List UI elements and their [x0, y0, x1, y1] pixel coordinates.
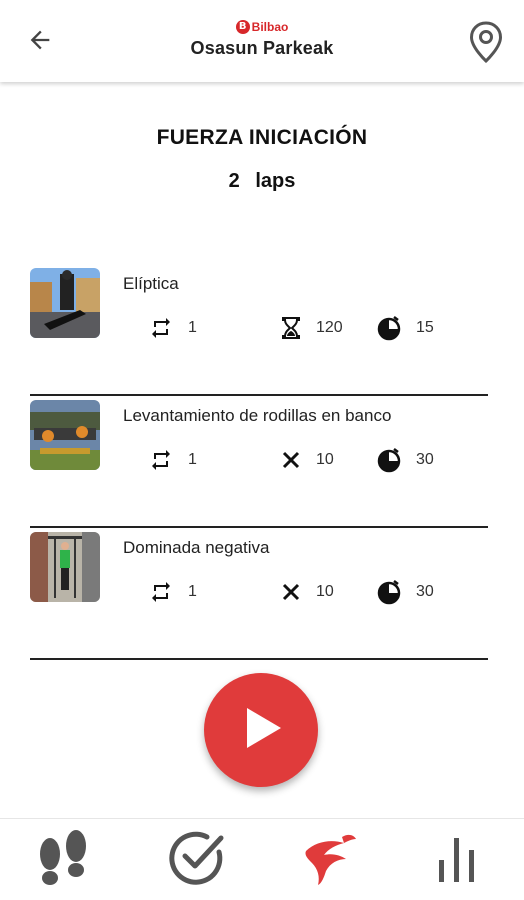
routine-title: FUERZA INICIACIÓN [156, 126, 368, 149]
stat-duration: 120 [280, 316, 343, 340]
runner-logo-icon [298, 829, 360, 892]
exercise-item[interactable]: Elíptica 1 120 15 [30, 264, 488, 396]
timer-icon [376, 315, 402, 341]
stat-rest: 30 [376, 447, 434, 473]
exercise-stats: 1 120 15 [148, 315, 478, 341]
location-pin-icon [468, 20, 504, 69]
stat-value: 10 [316, 583, 334, 600]
exercise-name: Dominada negativa [123, 538, 270, 557]
app-title: Osasun Parkeak [190, 38, 334, 58]
nav-statistics[interactable] [422, 829, 492, 891]
exercise-item[interactable]: Levantamiento de rodillas en banco 1 10 … [30, 396, 488, 528]
timer-icon [376, 447, 402, 473]
stat-reps: 10 [280, 448, 334, 472]
exercise-name: Elíptica [123, 274, 179, 293]
stat-value: 10 [316, 451, 334, 468]
stat-value: 1 [188, 319, 197, 336]
exercise-thumbnail [30, 532, 100, 602]
play-button[interactable] [204, 673, 318, 787]
exercise-item[interactable]: Dominada negativa 1 10 30 [30, 528, 488, 660]
laps-label: laps [255, 170, 296, 192]
check-circle-icon [167, 828, 227, 893]
stat-repeat: 1 [148, 448, 197, 472]
repeat-icon [148, 316, 174, 340]
nav-activity[interactable] [28, 829, 98, 891]
stat-value: 120 [316, 319, 343, 336]
stat-rest: 15 [376, 315, 434, 341]
repeat-icon [148, 448, 174, 472]
bilbao-logo-mark: B [235, 20, 250, 34]
stat-repeat: 1 [148, 316, 197, 340]
stat-value: 30 [416, 451, 434, 468]
exercise-stats: 1 10 30 [148, 447, 478, 473]
bottom-navigation [0, 818, 524, 900]
play-icon [235, 702, 287, 759]
stat-value: 1 [188, 451, 197, 468]
exercise-name: Levantamiento de rodillas en banco [123, 406, 392, 425]
stat-rest: 30 [376, 579, 434, 605]
exercise-thumbnail [30, 268, 100, 338]
stat-value: 1 [188, 583, 197, 600]
timer-icon [376, 579, 402, 605]
bilbao-logo-text: Bilbao [251, 20, 289, 34]
nav-routines[interactable] [294, 829, 364, 891]
laps-count: 2 [228, 170, 240, 192]
stat-repeat: 1 [148, 580, 197, 604]
stat-value: 15 [416, 319, 434, 336]
laps-summary: 2 laps [0, 170, 524, 193]
repeat-icon [148, 580, 174, 604]
bar-chart-icon [435, 832, 479, 889]
top-app-bar: B Bilbao Osasun Parkeak [0, 0, 524, 82]
nav-completed[interactable] [162, 829, 232, 891]
footsteps-icon [35, 828, 91, 893]
exercise-thumbnail [30, 400, 100, 470]
exercise-stats: 1 10 30 [148, 579, 478, 605]
stat-value: 30 [416, 583, 434, 600]
hourglass-icon [280, 316, 302, 340]
brand: B Bilbao Osasun Parkeak [0, 16, 524, 59]
location-button[interactable] [464, 20, 508, 68]
times-icon [280, 581, 302, 603]
bilbao-logo: B Bilbao [235, 18, 289, 36]
stat-reps: 10 [280, 580, 334, 604]
times-icon [280, 449, 302, 471]
